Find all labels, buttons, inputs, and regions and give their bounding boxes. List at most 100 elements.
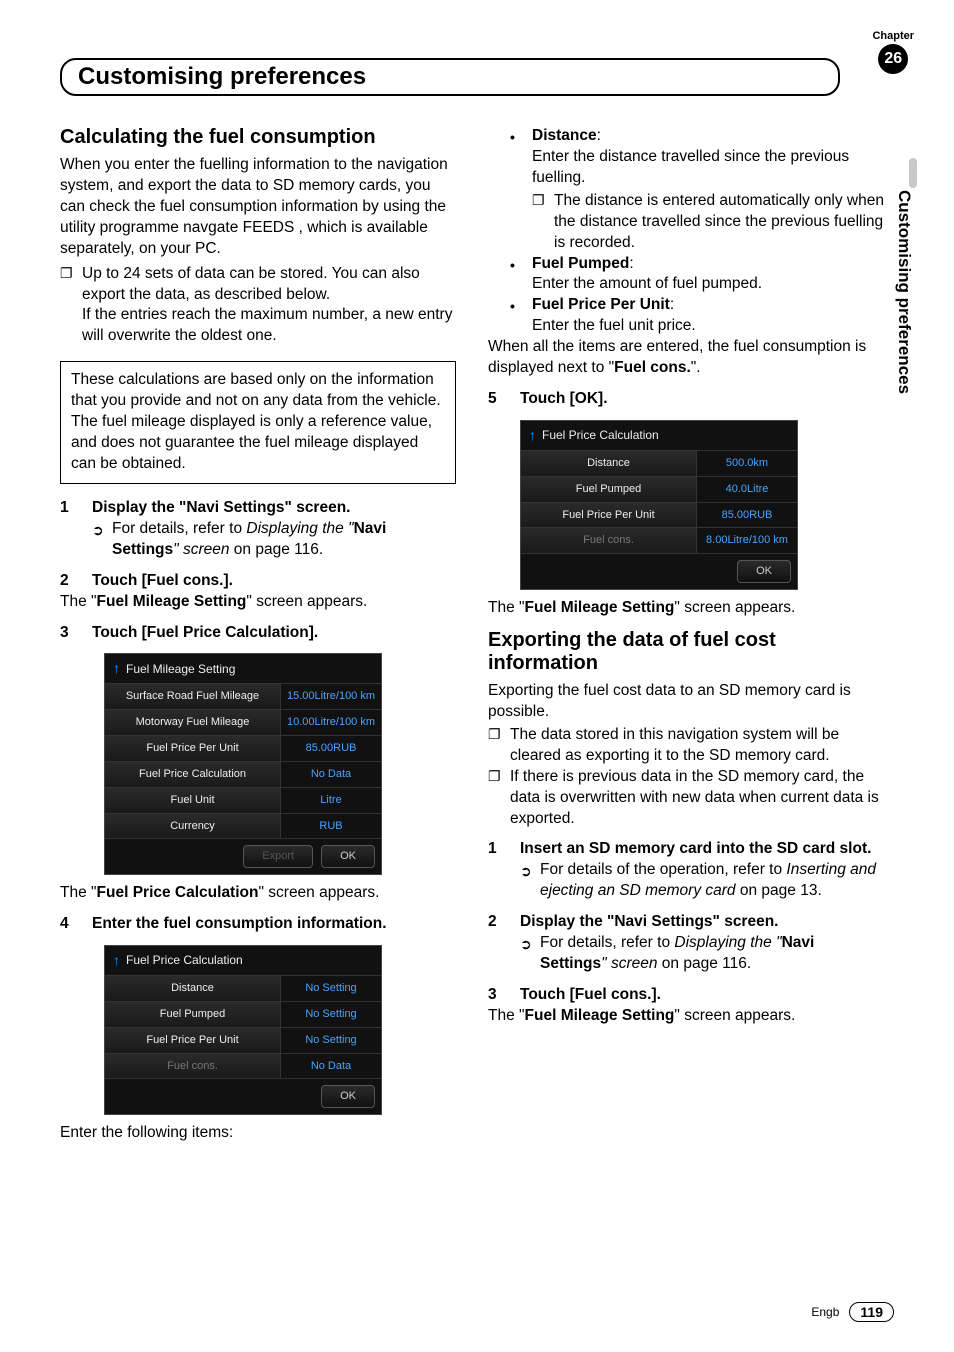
screenshot-row-label: Fuel Price Calculation	[105, 762, 281, 788]
export-step-1-ref: ➲ For details of the operation, refer to…	[520, 860, 884, 902]
step-title: Insert an SD memory card into the SD car…	[520, 839, 884, 860]
screenshot-row-value: 500.0km	[697, 451, 797, 477]
screenshot-row-label: Motorway Fuel Mileage	[105, 710, 281, 736]
bullet-fuel-pumped: • Fuel Pumped: Enter the amount of fuel …	[510, 254, 884, 296]
heading-export-fuel: Exporting the data of fuel cost informat…	[488, 629, 884, 675]
screenshot-title: Fuel Mileage Setting	[126, 661, 235, 677]
export-step-3-result: The "Fuel Mileage Setting" screen appear…	[488, 1006, 884, 1027]
note-text: If there is previous data in the SD memo…	[510, 767, 884, 830]
screenshot-row-label: Fuel Price Per Unit	[105, 1028, 281, 1054]
side-thumb-tab	[909, 158, 917, 188]
screenshot-row-value: 8.00Litre/100 km	[697, 528, 797, 554]
bullet-text: Enter the distance travelled since the p…	[532, 148, 849, 186]
step-3: 3 Touch [Fuel Price Calculation].	[60, 623, 456, 644]
screenshot-3-result: The "Fuel Mileage Setting" screen appear…	[488, 598, 884, 619]
back-icon[interactable]: ↑	[113, 659, 120, 678]
screenshot-row[interactable]: Fuel UnitLitre	[105, 788, 381, 814]
step-number: 4	[60, 914, 92, 935]
screenshot-row[interactable]: Distance500.0km	[521, 451, 797, 477]
screenshot-row[interactable]: Fuel Price Per UnitNo Setting	[105, 1028, 381, 1054]
screenshot-row-value: 85.00RUB	[697, 503, 797, 529]
note-item: ❐ If there is previous data in the SD me…	[488, 767, 884, 830]
screenshot-2-after: Enter the following items:	[60, 1123, 456, 1144]
back-icon[interactable]: ↑	[529, 426, 536, 445]
ref-text: on page 116.	[230, 541, 324, 558]
intro-paragraph: When you enter the fuelling information …	[60, 155, 456, 260]
step-title: Enter the fuel consumption information.	[92, 914, 456, 935]
ref-text-italic: " screen	[173, 541, 229, 558]
bullet-label: Fuel Pumped	[532, 255, 629, 272]
step-number: 1	[488, 839, 520, 860]
screenshot-1-result: The "Fuel Price Calculation" screen appe…	[60, 883, 456, 904]
screenshot-row-label: Fuel Unit	[105, 788, 281, 814]
step-4: 4 Enter the fuel consumption information…	[60, 914, 456, 935]
screenshot-row[interactable]: Fuel Pumped40.0Litre	[521, 477, 797, 503]
caution-text: These calculations are based only on the…	[71, 371, 441, 472]
bullet-distance: • Distance: Enter the distance travelled…	[510, 126, 884, 254]
ok-button[interactable]: OK	[737, 560, 791, 583]
step-number: 5	[488, 389, 520, 410]
bullet-icon: •	[510, 126, 532, 254]
screenshot-row[interactable]: Surface Road Fuel Mileage15.00Litre/100 …	[105, 684, 381, 710]
bullet-icon: •	[510, 295, 532, 337]
screenshot-row[interactable]: Fuel Price Per Unit85.00RUB	[105, 736, 381, 762]
reference-arrow-icon: ➲	[92, 519, 112, 561]
right-column: • Distance: Enter the distance travelled…	[488, 126, 884, 1146]
screenshot-row[interactable]: Fuel Price CalculationNo Data	[105, 762, 381, 788]
export-intro: Exporting the fuel cost data to an SD me…	[488, 681, 884, 723]
screenshot-rows: Surface Road Fuel Mileage15.00Litre/100 …	[105, 684, 381, 839]
bullet-label: Distance	[532, 127, 597, 144]
step-number: 1	[60, 498, 92, 519]
footer-page-number: 119	[849, 1302, 894, 1322]
page-footer: Engb 119	[811, 1302, 894, 1322]
export-button[interactable]: Export	[243, 845, 313, 868]
screenshot-row-label: Fuel Pumped	[521, 477, 697, 503]
screenshot-row-label: Currency	[105, 814, 281, 840]
page-title-bar: Customising preferences	[60, 58, 840, 96]
ref-text: For details, refer to	[112, 520, 246, 537]
checkbox-icon: ❐	[60, 264, 82, 348]
ok-button[interactable]: OK	[321, 1085, 375, 1108]
screenshot-rows: Distance500.0kmFuel Pumped40.0LitreFuel …	[521, 451, 797, 554]
note-item: ❐ The data stored in this navigation sys…	[488, 725, 884, 767]
side-section-label: Customising preferences	[894, 190, 914, 394]
bullet-label: Fuel Price Per Unit	[532, 296, 670, 313]
ref-text-italic: Displaying the "	[246, 520, 353, 537]
page-title: Customising preferences	[78, 63, 822, 91]
screenshot-row[interactable]: Fuel Price Per Unit85.00RUB	[521, 503, 797, 529]
screenshot-row-label: Fuel cons.	[105, 1054, 281, 1080]
step-title: Touch [OK].	[520, 389, 884, 410]
screenshot-row[interactable]: Fuel cons.8.00Litre/100 km	[521, 528, 797, 554]
ok-button[interactable]: OK	[321, 845, 375, 868]
ref-text: on page 13.	[736, 882, 822, 899]
screenshot-row[interactable]: DistanceNo Setting	[105, 976, 381, 1002]
screenshot-row[interactable]: CurrencyRUB	[105, 814, 381, 840]
screenshot-fuel-mileage-setting: ↑ Fuel Mileage Setting Surface Road Fuel…	[104, 653, 382, 875]
step-title: Touch [Fuel cons.].	[520, 985, 884, 1006]
back-icon[interactable]: ↑	[113, 951, 120, 970]
step-2: 2 Touch [Fuel cons.].	[60, 571, 456, 592]
screenshot-row[interactable]: Fuel cons.No Data	[105, 1054, 381, 1080]
screenshot-row-value: 40.0Litre	[697, 477, 797, 503]
screenshot-row-label: Distance	[521, 451, 697, 477]
screenshot-row[interactable]: Fuel PumpedNo Setting	[105, 1002, 381, 1028]
step-number: 3	[60, 623, 92, 644]
screenshot-row-value: No Data	[281, 1054, 381, 1080]
screenshot-row-label: Fuel cons.	[521, 528, 697, 554]
screenshot-row-value: 15.00Litre/100 km	[281, 684, 381, 710]
ref-text-italic: " screen	[601, 955, 657, 972]
screenshot-row-label: Fuel Price Per Unit	[521, 503, 697, 529]
step-2-result: The "Fuel Mileage Setting" screen appear…	[60, 592, 456, 613]
screenshot-row-value: 85.00RUB	[281, 736, 381, 762]
ref-text: on page 116.	[658, 955, 752, 972]
checkbox-icon: ❐	[488, 725, 510, 767]
step-5: 5 Touch [OK].	[488, 389, 884, 410]
left-column: Calculating the fuel consumption When yo…	[60, 126, 456, 1146]
checkbox-icon: ❐	[488, 767, 510, 830]
screenshot-title: Fuel Price Calculation	[126, 952, 243, 968]
screenshot-row-value: Litre	[281, 788, 381, 814]
screenshot-row-value: No Setting	[281, 1002, 381, 1028]
step-1: 1 Display the "Navi Settings" screen.	[60, 498, 456, 519]
screenshot-row[interactable]: Motorway Fuel Mileage10.00Litre/100 km	[105, 710, 381, 736]
reference-arrow-icon: ➲	[520, 860, 540, 902]
